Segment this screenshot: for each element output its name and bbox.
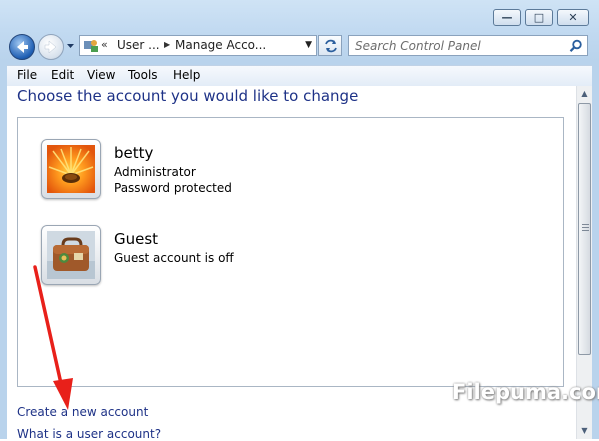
search-icon[interactable] bbox=[569, 39, 583, 53]
refresh-icon bbox=[325, 39, 337, 53]
create-account-link[interactable]: Create a new account bbox=[17, 405, 148, 419]
menu-edit[interactable]: Edit bbox=[51, 68, 74, 82]
account-picture[interactable] bbox=[41, 139, 101, 199]
address-bar[interactable]: « User ... ▶ Manage Acco... ▼ bbox=[79, 35, 317, 56]
briefcase-picture-icon bbox=[47, 231, 95, 279]
control-panel-icon bbox=[84, 40, 98, 52]
menu-bar: File Edit View Tools Help bbox=[7, 65, 592, 86]
flower-picture-icon bbox=[47, 145, 95, 193]
maximize-icon: □ bbox=[533, 11, 545, 24]
minimize-button[interactable]: — bbox=[493, 9, 521, 26]
breadcrumb-manage-accounts[interactable]: Manage Acco... bbox=[175, 38, 266, 52]
account-password-status: Password protected bbox=[114, 181, 232, 195]
account-tile-betty[interactable]: betty Administrator Password protected bbox=[18, 139, 418, 209]
accounts-panel: betty Administrator Password protected G… bbox=[17, 117, 564, 387]
page-title: Choose the account you would like to cha… bbox=[17, 87, 359, 105]
search-input[interactable] bbox=[355, 37, 555, 54]
grip-icon bbox=[582, 224, 589, 232]
account-name: Guest bbox=[114, 230, 159, 248]
scroll-down-icon[interactable]: ▼ bbox=[577, 423, 592, 439]
address-dropdown-icon[interactable]: ▼ bbox=[305, 40, 312, 50]
breadcrumb-user-accounts[interactable]: User ... bbox=[117, 38, 160, 52]
account-type: Administrator bbox=[114, 165, 196, 179]
breadcrumb-separator-icon[interactable]: ▶ bbox=[164, 40, 170, 49]
refresh-button[interactable] bbox=[318, 35, 342, 56]
forward-button[interactable] bbox=[38, 34, 64, 60]
close-button[interactable]: ✕ bbox=[557, 9, 589, 26]
close-icon: ✕ bbox=[568, 11, 578, 24]
recent-pages-dropdown-icon[interactable] bbox=[66, 42, 75, 50]
minimize-icon: — bbox=[501, 11, 513, 24]
address-prefix[interactable]: « bbox=[101, 38, 108, 51]
menu-tools[interactable]: Tools bbox=[128, 68, 158, 82]
window-frame: — □ ✕ « User ... ▶ Manage Acco... ▼ Sear… bbox=[0, 0, 599, 441]
back-arrow-icon bbox=[17, 41, 28, 53]
menu-help[interactable]: Help bbox=[173, 68, 200, 82]
account-tile-guest[interactable]: Guest Guest account is off bbox=[18, 225, 418, 295]
scroll-up-icon[interactable]: ▲ bbox=[577, 86, 592, 102]
scrollbar-thumb[interactable] bbox=[578, 103, 591, 355]
back-button[interactable] bbox=[9, 34, 35, 60]
account-name: betty bbox=[114, 144, 154, 162]
account-picture[interactable] bbox=[41, 225, 101, 285]
watermark: Filepuma.com bbox=[452, 380, 599, 404]
account-status: Guest account is off bbox=[114, 251, 234, 265]
menu-view[interactable]: View bbox=[87, 68, 115, 82]
forward-arrow-icon bbox=[44, 40, 57, 54]
search-box[interactable] bbox=[348, 35, 588, 56]
menu-file[interactable]: File bbox=[17, 68, 37, 82]
maximize-button[interactable]: □ bbox=[525, 9, 553, 26]
